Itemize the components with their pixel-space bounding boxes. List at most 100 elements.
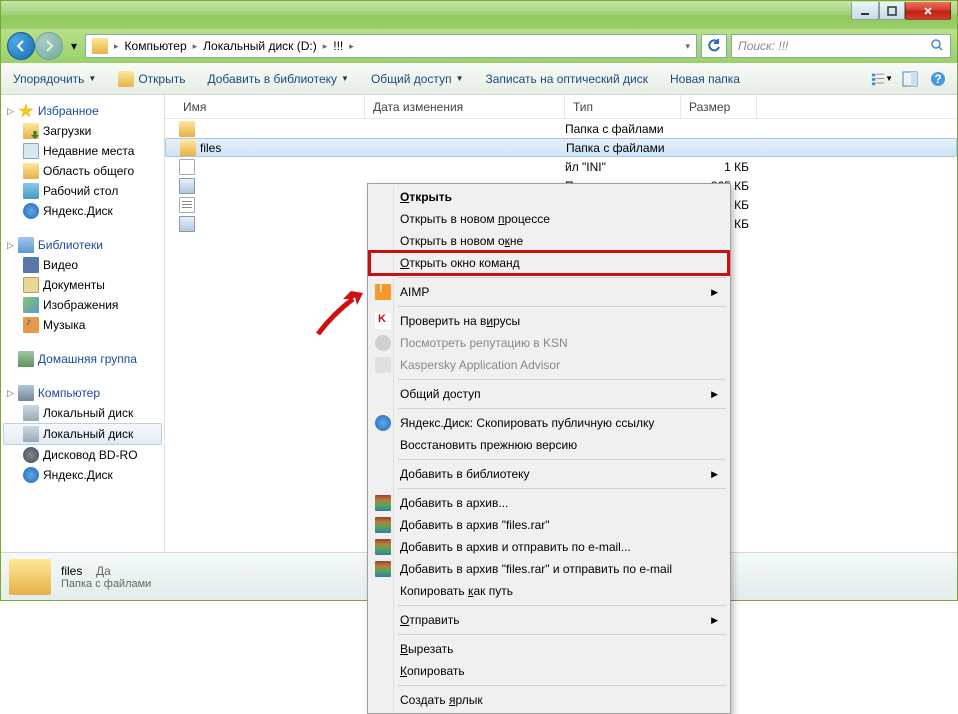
aimp-icon (375, 284, 391, 300)
menu-item[interactable]: Восстановить прежнюю версию (370, 434, 728, 456)
file-icon (180, 140, 196, 156)
column-date[interactable]: Дата изменения (365, 95, 565, 118)
sidebar-item-downloads[interactable]: Загрузки (3, 121, 162, 141)
close-button[interactable] (905, 2, 951, 20)
search-input[interactable]: Поиск: !!! (731, 34, 951, 58)
sidebar-item-public[interactable]: Область общего (3, 161, 162, 181)
column-type[interactable]: Тип (565, 95, 681, 118)
organize-menu[interactable]: Упорядочить ▼ (9, 68, 100, 90)
disk-icon (23, 426, 39, 442)
file-row[interactable]: Папка с файлами (165, 119, 957, 138)
menu-item[interactable]: Вырезать (370, 638, 728, 660)
menu-separator (398, 306, 726, 307)
submenu-arrow-icon: ▶ (711, 287, 718, 298)
library-icon (18, 237, 34, 253)
menu-separator (398, 277, 726, 278)
preview-pane-button[interactable] (899, 68, 921, 90)
kasper2-icon (375, 357, 391, 373)
file-icon (179, 178, 195, 194)
folder-icon (23, 163, 39, 179)
submenu-arrow-icon: ▶ (711, 615, 718, 626)
content-area: Имя Дата изменения Тип Размер Папка с фа… (165, 95, 957, 564)
breadcrumb[interactable]: ▸ Компьютер ▸ Локальный диск (D:) ▸ !!! … (85, 34, 697, 58)
sidebar: ▷Избранное Загрузки Недавние места Облас… (1, 95, 165, 564)
forward-button[interactable] (35, 32, 63, 60)
sidebar-computer-header[interactable]: ▷Компьютер (3, 383, 162, 403)
sidebar-homegroup-header[interactable]: ▷Домашняя группа (3, 349, 162, 369)
minimize-button[interactable] (851, 2, 879, 20)
view-menu[interactable]: ▼ (871, 68, 893, 90)
sidebar-item-music[interactable]: Музыка (3, 315, 162, 335)
back-button[interactable] (7, 32, 35, 60)
burn-button[interactable]: Записать на оптический диск (481, 68, 652, 90)
column-name[interactable]: Имя (165, 95, 365, 118)
breadcrumb-part[interactable]: !!! (329, 39, 347, 53)
sidebar-item-yadisk[interactable]: Яндекс.Диск (3, 201, 162, 221)
document-icon (23, 277, 39, 293)
bd-icon (23, 447, 39, 463)
sidebar-item-disk-d[interactable]: Локальный диск (3, 423, 162, 445)
menu-item[interactable]: Открыть (370, 186, 728, 208)
add-library-menu[interactable]: Добавить в библиотеку ▼ (203, 68, 352, 90)
sidebar-item-documents[interactable]: Документы (3, 275, 162, 295)
sidebar-item-images[interactable]: Изображения (3, 295, 162, 315)
download-icon (23, 123, 39, 139)
breadcrumb-part[interactable]: Компьютер (121, 39, 191, 53)
menu-item[interactable]: Яндекс.Диск: Скопировать публичную ссылк… (370, 412, 728, 434)
rar-icon (375, 517, 391, 533)
menu-item[interactable]: Общий доступ▶ (370, 383, 728, 405)
new-folder-button[interactable]: Новая папка (666, 68, 744, 90)
menu-item[interactable]: Добавить в архив... (370, 492, 728, 514)
desktop-icon (23, 183, 39, 199)
sidebar-item-yadisk2[interactable]: Яндекс.Диск (3, 465, 162, 485)
menu-item[interactable]: Добавить в архив "files.rar" (370, 514, 728, 536)
menu-item[interactable]: Добавить в архив и отправить по e-mail..… (370, 536, 728, 558)
column-size[interactable]: Размер (681, 95, 757, 118)
file-row[interactable]: йл "INI" 1 КБ (165, 157, 957, 176)
menu-item[interactable]: Открыть в новом окне (370, 230, 728, 252)
yadisk-icon (23, 467, 39, 483)
menu-item[interactable]: Открыть окно команд (370, 252, 728, 274)
sidebar-item-desktop[interactable]: Рабочий стол (3, 181, 162, 201)
share-menu[interactable]: Общий доступ ▼ (367, 68, 468, 90)
rar-icon (375, 561, 391, 577)
help-button[interactable]: ? (927, 68, 949, 90)
yadisk-icon (23, 203, 39, 219)
menu-item[interactable]: Проверить на вирусы (370, 310, 728, 332)
menu-item[interactable]: Копировать (370, 660, 728, 682)
menu-separator (398, 379, 726, 380)
context-menu: ОткрытьОткрыть в новом процессеОткрыть в… (367, 183, 731, 714)
star-icon (18, 103, 34, 119)
search-icon (930, 38, 944, 55)
menu-item[interactable]: Отправить▶ (370, 609, 728, 631)
sidebar-item-recent[interactable]: Недавние места (3, 141, 162, 161)
sidebar-item-disk-c[interactable]: Локальный диск (3, 403, 162, 423)
sidebar-favorites-header[interactable]: ▷Избранное (3, 101, 162, 121)
menu-item[interactable]: Добавить в архив "files.rar" и отправить… (370, 558, 728, 580)
menu-item[interactable]: Открыть в новом процессе (370, 208, 728, 230)
menu-item[interactable]: AIMP▶ (370, 281, 728, 303)
folder-open-icon (118, 71, 134, 87)
maximize-button[interactable] (879, 2, 905, 20)
menu-separator (398, 634, 726, 635)
rar-icon (375, 539, 391, 555)
title-bar (1, 1, 957, 29)
sidebar-libraries-header[interactable]: ▷Библиотеки (3, 235, 162, 255)
sidebar-item-video[interactable]: Видео (3, 255, 162, 275)
menu-item[interactable]: Копировать как путь (370, 580, 728, 602)
images-icon (23, 297, 39, 313)
details-type: Папка с файлами (61, 578, 151, 590)
menu-item[interactable]: Создать ярлык (370, 689, 728, 711)
refresh-button[interactable] (701, 34, 727, 58)
history-dropdown[interactable]: ▾ (67, 35, 81, 57)
menu-item[interactable]: Добавить в библиотеку▶ (370, 463, 728, 485)
file-row[interactable]: files Папка с файлами (165, 138, 957, 157)
open-button[interactable]: Открыть (114, 67, 189, 91)
sidebar-item-bd[interactable]: Дисковод BD-RO (3, 445, 162, 465)
ksn-icon (375, 335, 391, 351)
column-headers: Имя Дата изменения Тип Размер (165, 95, 957, 119)
toolbar: Упорядочить ▼ Открыть Добавить в библиот… (1, 63, 957, 95)
file-icon (179, 159, 195, 175)
kasper-icon (375, 313, 391, 329)
breadcrumb-part[interactable]: Локальный диск (D:) (199, 39, 321, 53)
